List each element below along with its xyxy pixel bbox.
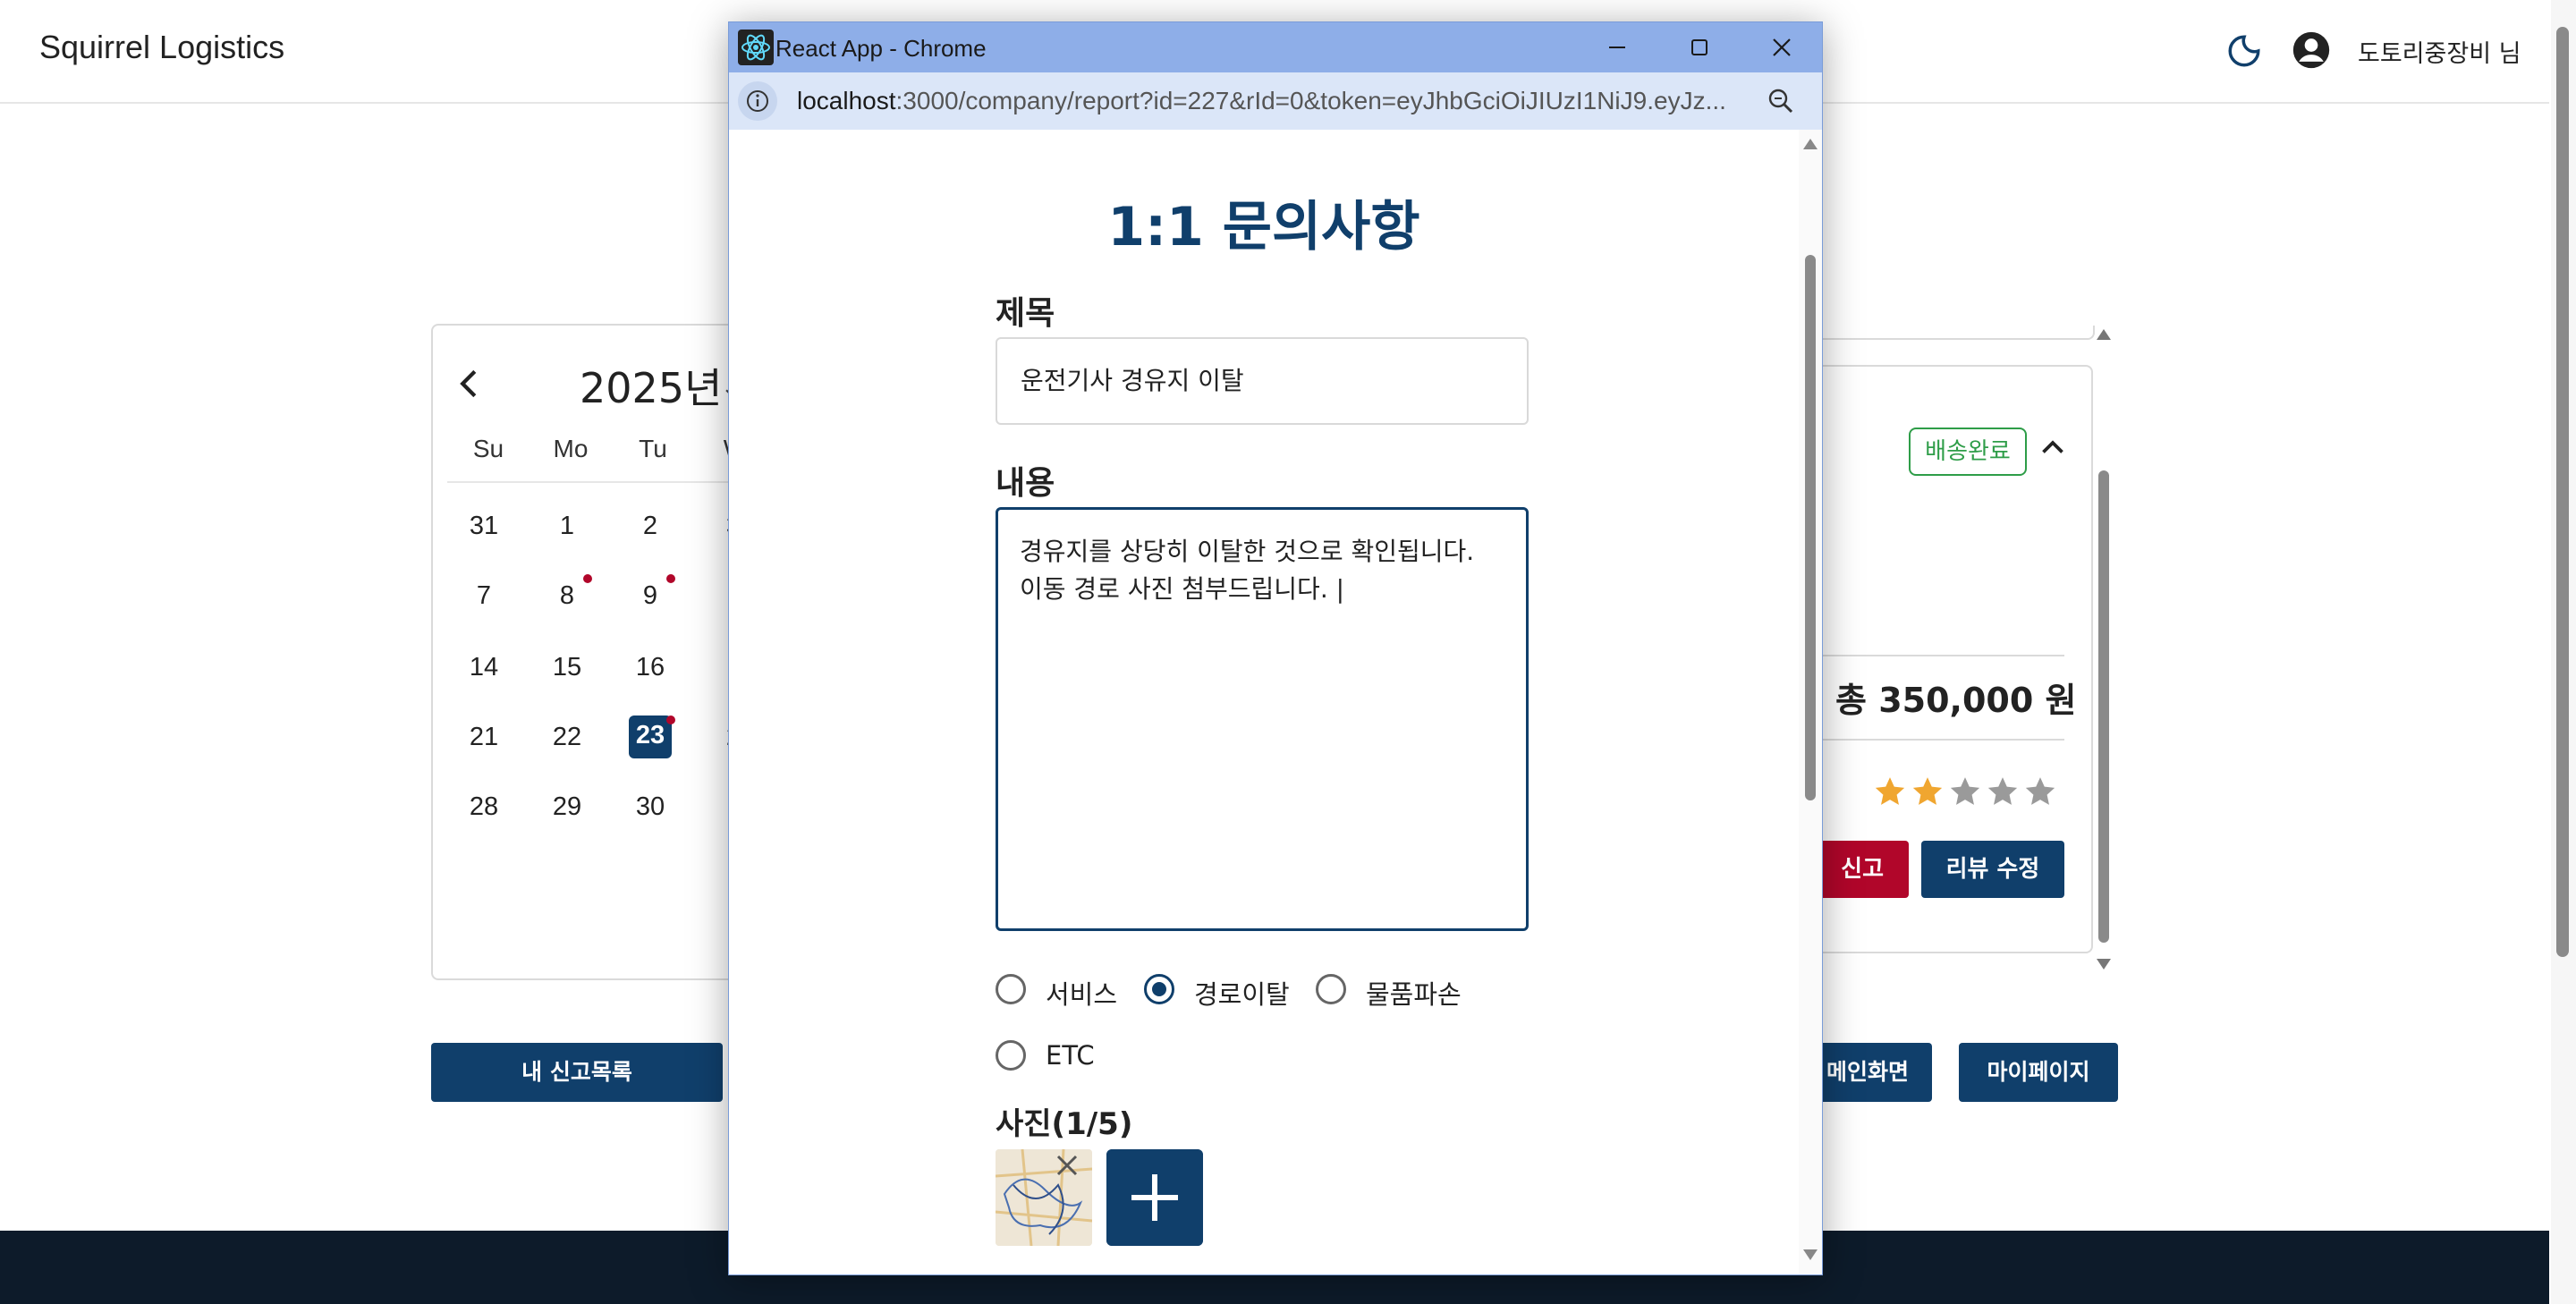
category-label[interactable]: ETC bbox=[1046, 1040, 1095, 1071]
url-host: localhost bbox=[797, 87, 896, 114]
chevron-up-icon[interactable] bbox=[2039, 435, 2066, 461]
content-textarea[interactable]: 경유지를 상당히 이탈한 것으로 확인됩니다. 이동 경로 사진 첨부드립니다.… bbox=[996, 507, 1529, 931]
calendar-day[interactable]: 21 bbox=[457, 723, 511, 752]
calendar-day[interactable]: 29 bbox=[540, 792, 594, 822]
star-icon-filled[interactable] bbox=[1873, 775, 1907, 809]
form-title: 1:1 문의사항 bbox=[1107, 196, 1420, 258]
divider bbox=[1816, 739, 2064, 741]
event-dot bbox=[666, 716, 675, 724]
calendar-day[interactable]: 9 bbox=[623, 581, 677, 611]
category-label[interactable]: 서비스 bbox=[1046, 974, 1117, 1012]
report-popup-window: React App - Chrome localhost:3000/compan… bbox=[728, 21, 1823, 1275]
zoom-icon[interactable] bbox=[1765, 85, 1797, 117]
category-radio-etc[interactable] bbox=[996, 1040, 1026, 1071]
scroll-down-arrow[interactable] bbox=[2097, 959, 2111, 970]
card-list-scrollbar[interactable] bbox=[2098, 470, 2109, 943]
star-icon-empty[interactable] bbox=[1948, 775, 1982, 809]
calendar-day-selected-label: 23 bbox=[635, 721, 665, 749]
weekday-label: Mo bbox=[553, 435, 589, 462]
my-page-button[interactable]: 마이페이지 bbox=[1959, 1043, 2118, 1102]
calendar-day[interactable]: 8 bbox=[540, 581, 594, 611]
scroll-thumb[interactable] bbox=[1805, 255, 1816, 800]
subject-input[interactable]: 운전기사 경유지 이탈 bbox=[996, 337, 1529, 425]
subject-label: 제목 bbox=[996, 295, 1055, 332]
popup-scrollbar[interactable] bbox=[1799, 130, 1822, 1274]
calendar-day[interactable]: 30 bbox=[623, 792, 677, 822]
calendar-day[interactable]: 15 bbox=[540, 653, 594, 682]
window-titlebar[interactable]: React App - Chrome bbox=[729, 22, 1822, 72]
calendar-day[interactable]: 16 bbox=[623, 653, 677, 682]
weekday-label: Su bbox=[472, 435, 504, 462]
moon-icon[interactable] bbox=[2225, 32, 2263, 70]
url-path: :3000/company/report?id=227&rId=0&token=… bbox=[895, 87, 1726, 114]
scroll-up-arrow[interactable] bbox=[1803, 139, 1818, 149]
user-name[interactable]: 도토리중장비 님 bbox=[2358, 34, 2521, 69]
order-card-previous bbox=[1816, 326, 2095, 340]
star-icon-empty[interactable] bbox=[2023, 775, 2057, 809]
calendar-day[interactable]: 1 bbox=[540, 512, 594, 541]
calendar-day[interactable]: 28 bbox=[457, 792, 511, 822]
photo-thumbnail[interactable] bbox=[996, 1149, 1092, 1246]
my-reports-button[interactable]: 내 신고목록 bbox=[431, 1043, 723, 1102]
event-dot bbox=[583, 574, 592, 583]
calendar-day[interactable]: 7 bbox=[457, 581, 511, 611]
star-icon-empty[interactable] bbox=[1986, 775, 2020, 809]
maximize-icon[interactable] bbox=[1659, 26, 1740, 69]
scroll-down-arrow[interactable] bbox=[1803, 1249, 1818, 1260]
address-bar[interactable]: localhost:3000/company/report?id=227&rId… bbox=[729, 72, 1822, 130]
scroll-up-arrow[interactable] bbox=[2097, 329, 2111, 340]
info-icon[interactable] bbox=[738, 81, 777, 121]
divider bbox=[1816, 655, 2064, 656]
star-icon-filled[interactable] bbox=[1911, 775, 1945, 809]
calendar-day[interactable]: 22 bbox=[540, 723, 594, 752]
category-radio-route-deviation[interactable] bbox=[1144, 974, 1174, 1004]
minimize-icon[interactable] bbox=[1577, 26, 1657, 69]
close-icon[interactable] bbox=[1741, 26, 1822, 69]
add-photo-button[interactable] bbox=[1106, 1149, 1203, 1246]
divider bbox=[447, 481, 733, 483]
weekday-label: Tu bbox=[639, 435, 667, 462]
photo-label: 사진(1/5) bbox=[996, 1106, 1133, 1142]
url-text[interactable]: localhost:3000/company/report?id=227&rId… bbox=[797, 87, 1726, 115]
category-radio-damage[interactable] bbox=[1316, 974, 1346, 1004]
calendar-year[interactable]: 2025년 bbox=[580, 356, 722, 415]
order-total: 총 350,000 원 bbox=[1835, 681, 2077, 720]
react-logo-icon bbox=[738, 30, 774, 65]
app-title[interactable]: Squirrel Logistics bbox=[39, 29, 284, 66]
status-badge: 배송완료 bbox=[1909, 428, 2027, 476]
account-circle-icon[interactable] bbox=[2292, 30, 2331, 70]
calendar-day[interactable]: 2 bbox=[623, 512, 677, 541]
report-button[interactable]: 신고 bbox=[1816, 841, 1909, 898]
calendar-day[interactable]: 14 bbox=[457, 653, 511, 682]
page-scrollbar[interactable] bbox=[2551, 0, 2576, 1304]
category-label[interactable]: 물품파손 bbox=[1366, 974, 1462, 1012]
window-title: React App - Chrome bbox=[775, 35, 987, 62]
chevron-left-icon[interactable] bbox=[458, 368, 479, 399]
category-radio-service[interactable] bbox=[996, 974, 1026, 1004]
edit-review-button[interactable]: 리뷰 수정 bbox=[1921, 841, 2064, 898]
content-label: 내용 bbox=[996, 465, 1055, 502]
event-dot bbox=[666, 574, 675, 583]
main-screen-button[interactable]: 메인화면 bbox=[1816, 1043, 1932, 1102]
popup-content: 1:1 문의사항 제목 운전기사 경유지 이탈 내용 경유지를 상당히 이탈한 … bbox=[729, 130, 1808, 1274]
calendar-day[interactable]: 31 bbox=[457, 512, 511, 541]
category-label[interactable]: 경로이탈 bbox=[1194, 974, 1290, 1012]
